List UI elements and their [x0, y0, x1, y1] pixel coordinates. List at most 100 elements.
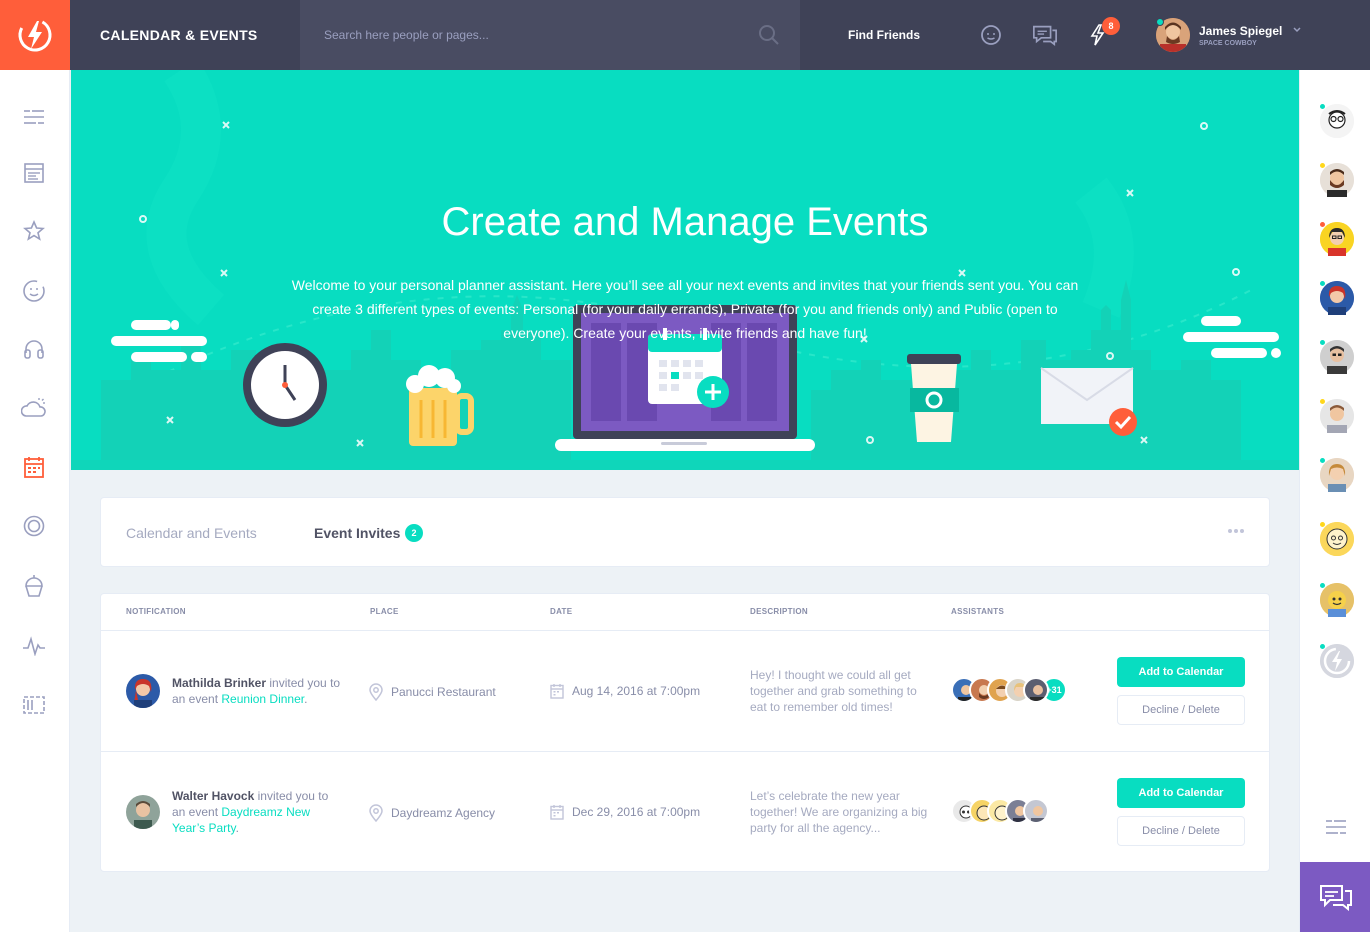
right-sidebar-friends [1299, 70, 1370, 932]
friend-avatar[interactable] [1319, 398, 1354, 433]
friend-avatar[interactable] [1319, 221, 1354, 256]
left-sidebar [0, 70, 70, 932]
assistants-list: +31 [951, 677, 1067, 703]
online-status-dot [1319, 339, 1326, 346]
friend-avatar[interactable] [1319, 521, 1354, 556]
place-name: Daydreamz Agency [391, 806, 496, 820]
calendar-small-icon [550, 805, 564, 820]
online-status-dot [1319, 103, 1326, 110]
calendar-icon[interactable] [21, 454, 47, 480]
friend-avatar[interactable] [1319, 103, 1354, 138]
cupcake-icon[interactable] [21, 573, 47, 599]
assistant-avatar[interactable] [1023, 677, 1049, 703]
search-icon[interactable] [758, 24, 780, 46]
star-icon[interactable] [21, 218, 47, 244]
friend-avatar[interactable] [1319, 280, 1354, 315]
calendar-small-icon [550, 684, 564, 699]
user-name-block: James Spiegel SPACE COWBOY [1199, 24, 1282, 47]
tab-event-invites[interactable]: Event Invites [314, 498, 400, 568]
online-status-dot [1319, 280, 1326, 287]
hero-title: Create and Manage Events [441, 200, 929, 244]
notification-end: . [304, 692, 308, 706]
table-row: Mathilda Brinker invited you to an event… [101, 631, 1269, 752]
away-status-dot [1319, 398, 1326, 405]
notification-count-badge: 8 [1102, 17, 1120, 35]
event-description: Let’s celebrate the new year together! W… [750, 789, 928, 835]
manage-widgets-icon[interactable] [21, 692, 47, 718]
search-box [300, 0, 800, 70]
open-chat-button[interactable] [1300, 862, 1370, 932]
user-role: SPACE COWBOY [1199, 39, 1257, 47]
tabs-card: Calendar and Events Event Invites 2 [100, 497, 1270, 567]
friend-requests-icon[interactable] [978, 22, 1004, 48]
event-description: Hey! I thought we could all get together… [750, 668, 917, 714]
away-status-dot [1319, 162, 1326, 169]
assistants-list [951, 798, 1049, 824]
event-date: Dec 29, 2016 at 7:00pm [550, 804, 700, 820]
inviter-name[interactable]: Walter Havock [172, 789, 254, 803]
online-status-dot [1319, 457, 1326, 464]
search-input[interactable] [300, 0, 740, 70]
add-to-calendar-button[interactable]: Add to Calendar [1117, 778, 1245, 808]
location-pin-icon [369, 683, 383, 701]
decline-delete-button[interactable]: Decline / Delete [1117, 695, 1245, 725]
column-header-date: DATE [550, 607, 573, 616]
newsfeed-icon[interactable] [21, 160, 47, 186]
chat-messages-icon[interactable] [1032, 22, 1058, 48]
logo-icon [18, 18, 52, 52]
away-status-dot [1319, 521, 1326, 528]
friend-avatar[interactable] [1319, 643, 1354, 678]
logo[interactable] [0, 0, 70, 70]
user-name: James Spiegel [1199, 23, 1283, 38]
event-invites-table: NOTIFICATION PLACE DATE DESCRIPTION ASSI… [100, 593, 1270, 872]
decline-delete-button[interactable]: Decline / Delete [1117, 816, 1245, 846]
chat-icon [1319, 885, 1352, 911]
notification-text: Walter Havock invited you to an event Da… [172, 788, 342, 836]
friend-avatar[interactable] [1319, 457, 1354, 492]
avatar[interactable] [126, 795, 160, 829]
date-text: Dec 29, 2016 at 7:00pm [572, 805, 701, 819]
hero-banner: Create and Manage Events Welcome to your… [71, 70, 1299, 470]
friends-menu-icon[interactable] [1326, 819, 1346, 835]
location-pin-icon [369, 804, 383, 822]
target-icon[interactable] [21, 513, 47, 539]
friend-avatar[interactable] [1319, 162, 1354, 197]
notification-text: Mathilda Brinker invited you to an event… [172, 675, 342, 707]
hero-illustration [71, 70, 1299, 470]
friend-avatar[interactable] [1319, 339, 1354, 374]
tab-calendar-and-events[interactable]: Calendar and Events [126, 498, 257, 568]
weather-icon[interactable] [21, 395, 47, 421]
sidebar-menu-icon[interactable] [21, 104, 47, 130]
inviter-name[interactable]: Mathilda Brinker [172, 676, 266, 690]
busy-status-dot [1319, 221, 1326, 228]
column-header-assistants: ASSISTANTS [951, 607, 1005, 616]
column-header-notification: NOTIFICATION [126, 607, 186, 616]
notification-end: . [235, 821, 239, 835]
event-place: Panucci Restaurant [369, 683, 496, 701]
top-bar: CALENDAR & EVENTS Find Friends 8 [0, 0, 1370, 70]
hero-description: Welcome to your personal planner assista… [291, 277, 1079, 341]
column-header-description: DESCRIPTION [750, 607, 808, 616]
friend-avatar[interactable] [1319, 582, 1354, 617]
page-title: CALENDAR & EVENTS [100, 27, 258, 43]
event-place: Daydreamz Agency [369, 804, 495, 822]
find-friends-link[interactable]: Find Friends [848, 0, 920, 70]
happy-faces-icon[interactable] [21, 278, 47, 304]
event-date: Aug 14, 2016 at 7:00pm [550, 683, 700, 699]
headphones-icon[interactable] [21, 336, 47, 362]
event-invites-count-badge: 2 [405, 524, 423, 542]
stats-pulse-icon[interactable] [21, 633, 47, 659]
avatar[interactable] [126, 674, 160, 708]
add-to-calendar-button[interactable]: Add to Calendar [1117, 657, 1245, 687]
more-options-icon[interactable] [1227, 528, 1245, 534]
event-link[interactable]: Reunion Dinner [221, 692, 304, 706]
place-name: Panucci Restaurant [391, 685, 496, 699]
online-status-dot [1319, 582, 1326, 589]
date-text: Aug 14, 2016 at 7:00pm [572, 684, 701, 698]
assistant-avatar[interactable] [1023, 798, 1049, 824]
table-row: Walter Havock invited you to an event Da… [101, 752, 1269, 873]
user-profile[interactable]: James Spiegel SPACE COWBOY [1156, 17, 1282, 53]
online-status-dot [1319, 643, 1326, 650]
chevron-down-icon[interactable] [1292, 26, 1302, 34]
online-status-dot [1156, 18, 1164, 26]
